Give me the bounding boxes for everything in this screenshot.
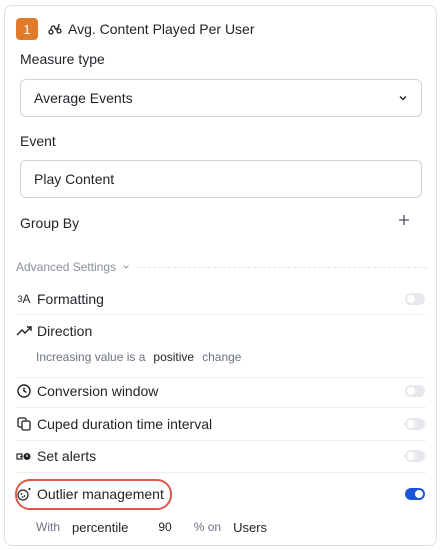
conversion-window-label: Conversion window xyxy=(37,383,159,399)
add-group-by-icon[interactable] xyxy=(397,213,411,227)
formatting-toggle[interactable] xyxy=(405,293,425,305)
measure-type-label: Measure type xyxy=(20,51,105,67)
direction-settings: Increasing value is a positive change xyxy=(36,350,241,364)
divider xyxy=(16,440,426,441)
metric-title: Avg. Content Played Per User xyxy=(68,21,255,37)
direction-prefix: Increasing value is a xyxy=(36,350,146,364)
conversion-window-row: Conversion window xyxy=(16,380,426,402)
formatting-row: 3A Formatting xyxy=(16,288,426,310)
event-label: Event xyxy=(20,133,56,149)
outlier-management-toggle[interactable] xyxy=(405,488,425,500)
divider xyxy=(16,377,426,378)
section-divider xyxy=(138,266,426,268)
outlier-management-label: Outlier management xyxy=(37,486,164,502)
metric-index-badge: 1 xyxy=(16,18,38,40)
event-field[interactable]: Play Content xyxy=(20,160,422,198)
outlier-percent-input[interactable]: 90 xyxy=(158,520,171,534)
divider xyxy=(16,314,426,315)
formatting-icon: 3A xyxy=(17,292,31,306)
cuped-row: Cuped duration time interval xyxy=(16,413,426,435)
direction-select[interactable]: positive xyxy=(153,350,194,364)
outlier-on-label: % on xyxy=(193,520,222,534)
event-value: Play Content xyxy=(34,171,115,187)
divider xyxy=(16,472,426,473)
group-by-label: Group By xyxy=(20,215,80,231)
bell-alert-icon xyxy=(16,453,31,460)
cuped-toggle[interactable] xyxy=(405,418,425,430)
outlier-settings: With percentile 90 % on Users xyxy=(36,519,267,535)
outlier-with-label: With xyxy=(36,520,60,534)
sparkline-icon xyxy=(48,23,62,35)
direction-suffix: change xyxy=(202,350,242,364)
copy-icon xyxy=(17,417,31,431)
advanced-settings-label: Advanced Settings xyxy=(16,260,117,274)
divider xyxy=(16,407,426,408)
conversion-window-toggle[interactable] xyxy=(405,385,425,397)
cuped-label: Cuped duration time interval xyxy=(37,416,213,432)
outlier-icon xyxy=(17,487,31,501)
direction-row: Direction xyxy=(16,320,426,342)
chevron-down-icon xyxy=(123,265,129,269)
chevron-down-icon xyxy=(399,96,407,101)
clock-icon xyxy=(17,384,31,398)
advanced-settings-toggle[interactable]: Advanced Settings xyxy=(16,259,426,275)
formatting-label: Formatting xyxy=(37,291,104,307)
metric-header: 1 Avg. Content Played Per User xyxy=(16,17,255,41)
outlier-target-select[interactable]: Users xyxy=(233,520,267,535)
outlier-management-row: Outlier management xyxy=(16,483,426,505)
metric-card: 1 Avg. Content Played Per User Measure t… xyxy=(4,5,437,546)
set-alerts-label: Set alerts xyxy=(37,448,97,464)
set-alerts-row: Set alerts xyxy=(16,445,426,467)
outlier-method-select[interactable]: percentile xyxy=(72,520,128,535)
measure-type-select[interactable]: Average Events xyxy=(20,79,422,117)
direction-label: Direction xyxy=(37,323,93,339)
set-alerts-toggle[interactable] xyxy=(405,450,425,462)
measure-type-value: Average Events xyxy=(34,90,133,106)
trending-up-icon xyxy=(16,326,32,336)
